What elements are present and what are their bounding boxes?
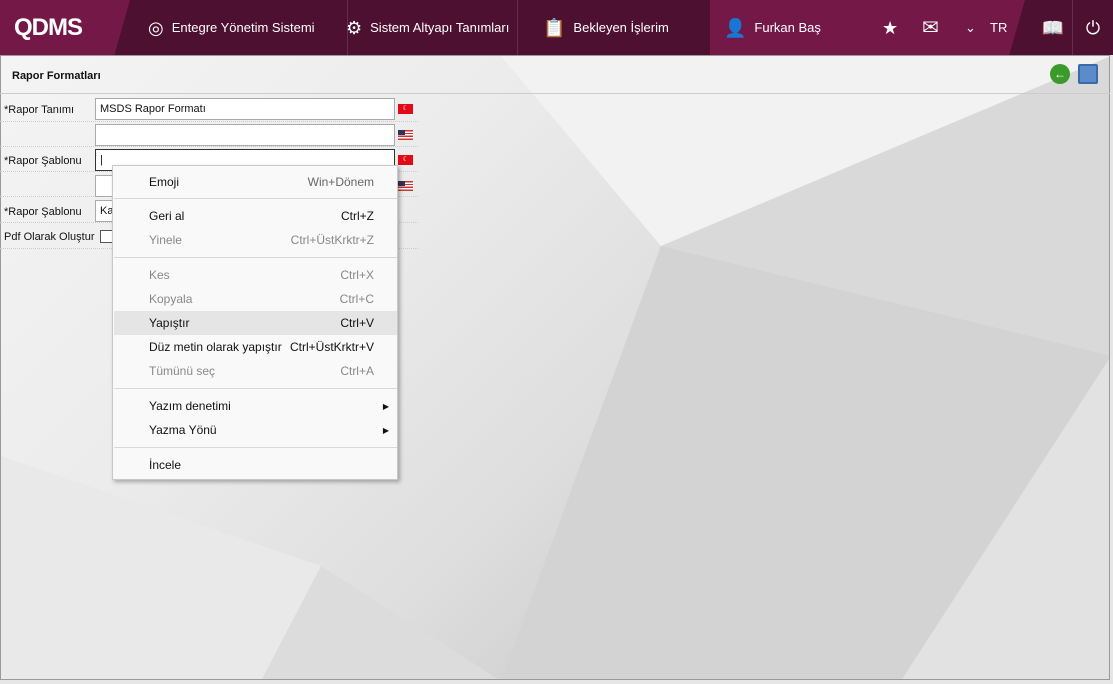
qdms-logo[interactable]: QDMS bbox=[0, 0, 130, 55]
menu-item-select-all[interactable]: Tümünü seç Ctrl+A bbox=[114, 359, 397, 383]
user-name[interactable]: Furkan Baş bbox=[754, 20, 820, 35]
gear-icon: ⚙ bbox=[346, 17, 363, 38]
pdf-label: Pdf Olarak Oluştur bbox=[4, 231, 95, 243]
turkey-flag-icon: ☾ bbox=[398, 155, 413, 165]
mail-icon[interactable]: ✉ bbox=[922, 18, 939, 38]
top-header: QDMS ◎ Entegre Yönetim Sistemi ⚙ Sistem Al… bbox=[0, 0, 1113, 55]
chevron-right-icon: ▶ bbox=[382, 401, 389, 411]
context-menu: Emoji Win+Dönem Geri al Ctrl+Z Yinele Ctrl+… bbox=[112, 165, 398, 480]
menu-item-spellcheck[interactable]: Yazım denetimi ▶ bbox=[114, 394, 397, 418]
chevron-right-icon: ▶ bbox=[382, 425, 389, 435]
divider bbox=[0, 93, 1110, 94]
menu-item-redo[interactable]: Yinele Ctrl+ÜstKrktr+Z bbox=[114, 228, 397, 252]
user-icon: 👤 bbox=[724, 17, 747, 38]
nav-label: Bekleyen İşlerim bbox=[573, 20, 669, 35]
nav-label: Entegre Yönetim Sistemi bbox=[171, 20, 315, 35]
menu-item-copy[interactable]: Kopyala Ctrl+C bbox=[114, 287, 397, 311]
save-icon[interactable] bbox=[1078, 64, 1098, 84]
nav-sistem-altyapi[interactable]: ⚙ Sistem Altyapı Tanımları bbox=[328, 0, 518, 55]
nav-bekleyen-islerim[interactable]: 📋 Bekleyen İşlerim bbox=[525, 0, 685, 55]
menu-item-undo[interactable]: Geri al Ctrl+Z bbox=[114, 204, 397, 228]
turkey-flag-icon: ☾ bbox=[398, 104, 413, 114]
back-arrow-icon[interactable]: ← bbox=[1050, 64, 1070, 84]
power-icon[interactable]: ⏻ bbox=[1072, 0, 1113, 55]
menu-item-inspect[interactable]: İncele bbox=[114, 453, 397, 477]
rapor-tanimi-tr-input[interactable]: MSDS Rapor Formatı bbox=[95, 98, 395, 120]
nav-label: Sistem Altyapı Tanımları bbox=[370, 20, 510, 35]
clipboard-icon: 📋 bbox=[543, 17, 566, 38]
q-logo-icon: ◎ bbox=[148, 17, 164, 38]
usa-flag-icon bbox=[398, 181, 413, 191]
chevron-down-icon[interactable]: ⌄ bbox=[965, 20, 976, 36]
menu-item-emoji[interactable]: Emoji Win+Dönem bbox=[114, 170, 397, 194]
menu-item-paste[interactable]: Yapıştır Ctrl+V bbox=[114, 311, 397, 335]
menu-item-cut[interactable]: Kes Ctrl+X bbox=[114, 263, 397, 287]
rapor-tanimi-label: *Rapor Tanımı bbox=[4, 104, 75, 116]
usa-flag-icon bbox=[398, 130, 413, 140]
menu-item-paste-plain[interactable]: Düz metin olarak yapıştır Ctrl+ÜstKrktr+V bbox=[114, 335, 397, 359]
rapor-sablonu2-label: *Rapor Şablonu bbox=[4, 206, 82, 218]
rapor-tanimi-en-input[interactable] bbox=[95, 124, 395, 146]
language-selector[interactable]: TR bbox=[990, 20, 1007, 35]
nav-entegre-yonetim-sistemi[interactable]: ◎ Entegre Yönetim Sistemi bbox=[130, 0, 348, 55]
menu-item-writing-direction[interactable]: Yazma Yönü ▶ bbox=[114, 418, 397, 442]
page-title: Rapor Formatları bbox=[12, 70, 101, 82]
rapor-sablonu-label: *Rapor Şablonu bbox=[4, 155, 82, 167]
manual-book-icon[interactable]: 📖 bbox=[1036, 0, 1070, 55]
star-icon[interactable]: ★ bbox=[882, 19, 898, 37]
user-area: 👤 Furkan Baş ★ ✉ ⌄ TR bbox=[710, 0, 1025, 55]
